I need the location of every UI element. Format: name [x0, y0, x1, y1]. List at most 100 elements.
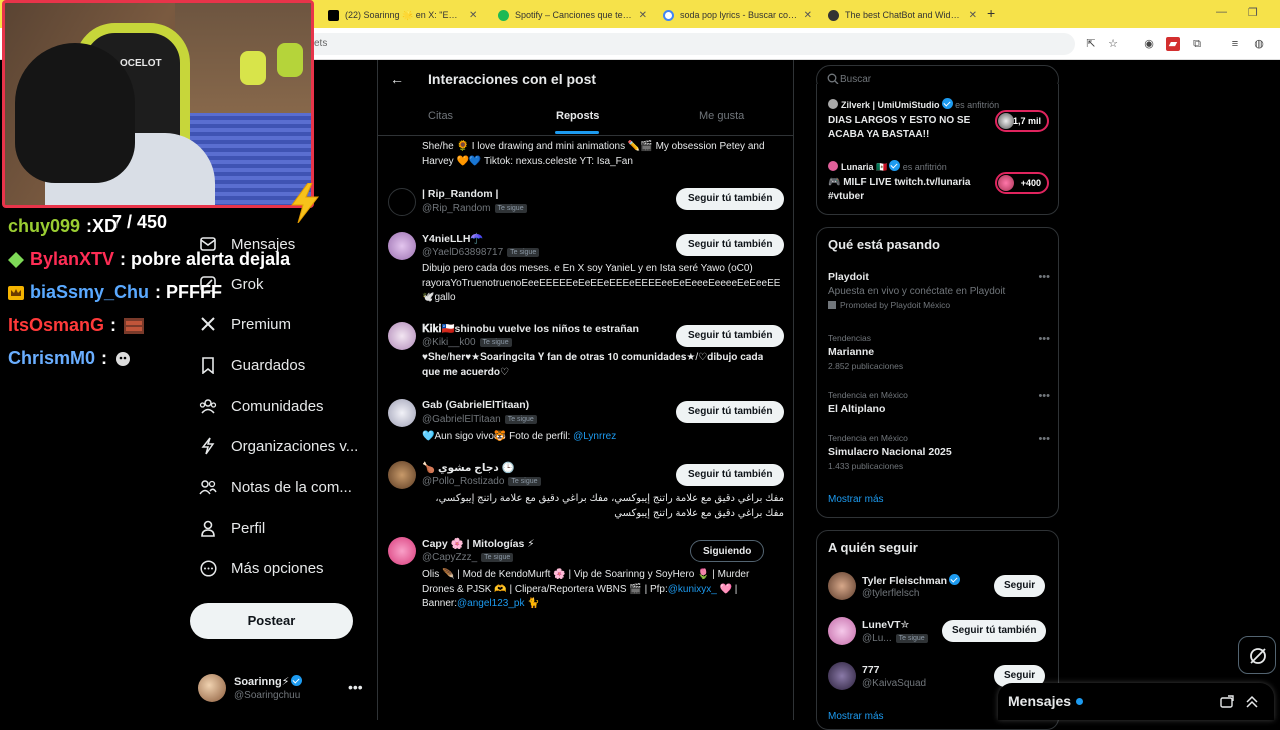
account-switcher[interactable]: Soarinng⚡ @Soaringchuu ••• [198, 672, 368, 706]
tab-citas[interactable]: Citas [428, 110, 453, 122]
emote-icon [116, 351, 131, 366]
url-input[interactable]: ets [300, 33, 1075, 55]
nav-item-notas-comunidad[interactable]: Notas de la com... [198, 472, 352, 502]
crown-badge-icon [8, 285, 24, 300]
maximize-icon[interactable]: ❐ [1248, 6, 1258, 19]
more-dots-icon[interactable]: ••• [1038, 271, 1050, 283]
nav-label: Notas de la com... [231, 478, 352, 496]
follows-you-badge: Te sigue [504, 415, 537, 424]
follow-back-button[interactable]: Seguir tú también [676, 234, 785, 256]
communities-icon [198, 396, 218, 416]
chat-text: : [110, 315, 117, 335]
profile-icon[interactable]: ◍ [1252, 37, 1266, 51]
space-item[interactable]: Zilverk | UmiUmiStudio es anfitrión DIAS… [828, 98, 1050, 146]
nav-item-perfil[interactable]: Perfil [198, 513, 265, 543]
trend-context: Tendencia en México [828, 390, 908, 400]
close-icon[interactable]: ✕ [469, 10, 477, 21]
trend-count: 2.852 publicaciones [828, 361, 904, 371]
user-handle: @GabrielElTitaan [422, 414, 501, 425]
user-handle-wrap: @CapyZzz_ Te sigue [422, 552, 514, 563]
trend-context: Tendencias [828, 333, 872, 343]
media-icon[interactable]: ≡ [1228, 37, 1242, 51]
user-name: | Rip_Random | [422, 188, 499, 200]
more-dots-icon[interactable]: ••• [1038, 333, 1050, 345]
user-name: Gab (GabrielElTitaan) [422, 399, 530, 411]
suggested-user[interactable]: Tyler Fleischman @tylerflelsch Seguir [828, 572, 1050, 602]
nav-item-mas-opciones[interactable]: Más opciones [198, 553, 324, 583]
avatar [828, 99, 838, 109]
space-listeners-pill[interactable]: +400 [995, 172, 1049, 194]
suggested-user[interactable]: LuneVT✮ @Lu... Te sigue Seguir tú también [828, 617, 1050, 647]
user-cell[interactable]: Capy 🌸 | Mitologías ⚡ @CapyZzz_ Te sigue … [378, 537, 793, 617]
user-cell[interactable]: | Rip_Random | @Rip_Random Te sigue Segui… [378, 188, 793, 218]
tab-reposts[interactable]: Reposts [556, 110, 599, 122]
space-item[interactable]: Lunaria 🇲🇽 es anfitrión 🎮 MILF LIVE twit… [828, 160, 1050, 208]
suggested-name: 777 [862, 664, 880, 676]
bookmark-star-icon[interactable]: ☆ [1106, 37, 1120, 51]
show-more-link[interactable]: Mostrar más [828, 494, 884, 505]
puzzle-icon[interactable]: ⧉ [1190, 37, 1204, 51]
nav-item-organizaciones[interactable]: Organizaciones v... [198, 431, 358, 461]
extension-icon[interactable]: ◉ [1142, 37, 1156, 51]
nav-item-comunidades[interactable]: Comunidades [198, 391, 324, 421]
show-more-link[interactable]: Mostrar más [828, 711, 884, 722]
follow-back-button[interactable]: Seguir tú también [676, 464, 785, 486]
stream-chat-overlay: chuy099 :XD BylanXTV : pobre alerta deja… [8, 210, 318, 375]
trend-item[interactable]: Tendencia en México El Altiplano ••• [828, 390, 1050, 415]
trend-description: Apuesta en vivo y conéctate en Playdoit [828, 286, 1006, 297]
extension-icon[interactable]: ▰ [1166, 37, 1180, 51]
browser-tab[interactable]: Spotify – Canciones que te gust ✕ [490, 4, 655, 26]
trend-item[interactable]: Tendencias Marianne 2.852 publicaciones … [828, 333, 1050, 371]
post-button[interactable]: Postear [190, 603, 353, 639]
bio-mention-link[interactable]: @kunixyx_ [668, 584, 717, 595]
close-icon[interactable]: ✕ [804, 10, 812, 21]
bio-mention-link[interactable]: @Lynrrez [573, 431, 616, 442]
user-cell[interactable]: Y4nieLLH☂️ @YaelD63898717 Te sigue Seguir… [378, 232, 793, 307]
promoted-icon [828, 301, 836, 309]
trend-item[interactable]: Playdoit Apuesta en vivo y conéctate en … [828, 271, 1050, 310]
more-circle-icon [198, 558, 218, 578]
user-cell[interactable]: 𝐊𝐢𝐤𝐢🇨🇱shinobu vuelve los niños te estrañ… [378, 322, 793, 382]
user-cell[interactable]: She/he 🌻 I love drawing and mini animati… [378, 134, 793, 174]
user-cell[interactable]: Gab (GabrielElTitaan) @GabrielElTitaan Te… [378, 399, 793, 449]
nav-label: Más opciones [231, 559, 324, 577]
webcam-background [277, 43, 303, 77]
messages-drawer[interactable]: Mensajes [998, 683, 1274, 720]
follow-back-button[interactable]: Seguir tú también [676, 188, 785, 210]
install-app-icon[interactable]: ⇱ [1084, 37, 1098, 51]
tab-me-gusta[interactable]: Me gusta [699, 110, 744, 122]
browser-tab[interactable]: soda pop lyrics - Buscar con Go ✕ [655, 4, 820, 26]
space-host-name: Zilverk | UmiUmiStudio [841, 100, 940, 110]
new-message-icon[interactable] [1220, 695, 1234, 709]
close-icon[interactable]: ✕ [639, 10, 647, 21]
browser-tab[interactable]: (22) Soarinng 🌟 en X: "EN STR ✕ [320, 4, 490, 26]
grok-floating-button[interactable] [1238, 636, 1276, 674]
follow-back-button[interactable]: Seguir tú también [676, 401, 785, 423]
more-dots-icon[interactable]: ••• [1038, 433, 1050, 445]
user-handle: @Pollo_Rostizado [422, 476, 505, 487]
new-tab-icon[interactable]: + [987, 5, 995, 21]
more-dots-icon[interactable]: ••• [348, 679, 363, 695]
avatar [388, 399, 416, 427]
space-listeners-pill[interactable]: +1,7 mil [995, 110, 1049, 132]
bio-mention-link[interactable]: @angel123_pk [457, 598, 524, 609]
user-handle: @CapyZzz_ [422, 552, 478, 563]
trend-item[interactable]: Tendencia en México Simulacro Nacional 2… [828, 433, 1050, 471]
user-cell[interactable]: 🍗 دجاج مشوي 🕒 @Pollo_Rostizado Te sigue S… [378, 461, 793, 526]
follow-back-button[interactable]: Seguir tú también [942, 620, 1047, 642]
suggested-name: Tyler Fleischman [862, 575, 948, 587]
browser-tab[interactable]: The best ChatBot and Widgets ✕ [820, 4, 985, 26]
chat-text: : [101, 348, 108, 368]
avatar [388, 322, 416, 350]
follow-button[interactable]: Seguir [994, 575, 1046, 597]
chevron-up-double-icon[interactable] [1246, 695, 1258, 709]
trend-name: Simulacro Nacional 2025 [828, 446, 952, 458]
following-button[interactable]: Siguiendo [690, 540, 765, 562]
follow-back-button[interactable]: Seguir tú también [676, 325, 785, 347]
close-icon[interactable]: ✕ [969, 10, 977, 21]
minimize-icon[interactable]: — [1216, 6, 1227, 18]
suggested-handle-wrap: @Lu... Te sigue [862, 633, 928, 644]
more-dots-icon[interactable]: ••• [1038, 390, 1050, 402]
back-arrow-icon[interactable]: ← [390, 71, 404, 87]
follows-you-badge: Te sigue [508, 477, 541, 486]
